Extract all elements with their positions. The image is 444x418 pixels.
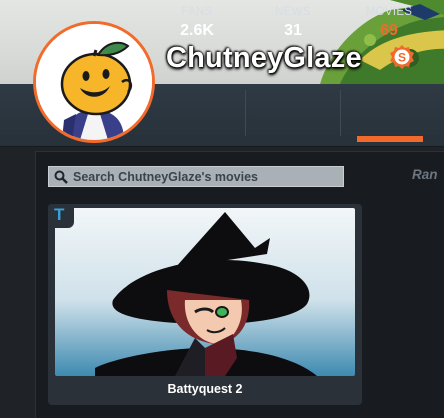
- active-tab-indicator: [357, 136, 423, 142]
- stat-fans-label: FANS: [181, 6, 213, 18]
- search-placeholder: Search ChutneyGlaze's movies: [73, 170, 258, 184]
- supporter-badge-icon[interactable]: S: [389, 44, 415, 70]
- search-input[interactable]: Search ChutneyGlaze's movies: [48, 166, 344, 187]
- profile-avatar[interactable]: [33, 21, 155, 143]
- stat-news-label: NEWS: [275, 6, 311, 18]
- stat-movies-label: MOVIES: [365, 6, 413, 18]
- stat-movies[interactable]: MOVIES 69: [343, 6, 435, 40]
- movie-title[interactable]: Battyquest 2: [48, 382, 362, 396]
- profile-username[interactable]: ChutneyGlaze: [166, 42, 362, 75]
- stat-news-value: 31: [284, 22, 302, 39]
- stats-divider: [245, 90, 246, 136]
- badge-letter: S: [398, 51, 406, 65]
- movie-thumbnail[interactable]: [55, 208, 355, 376]
- stats-divider: [340, 90, 341, 136]
- stat-movies-value: 69: [380, 22, 398, 39]
- stat-fans[interactable]: FANS 2.6K: [151, 6, 243, 40]
- stat-fans-value: 2.6K: [180, 22, 214, 39]
- stat-news[interactable]: NEWS 31: [247, 6, 339, 40]
- movie-thumbnail-art: [55, 208, 355, 376]
- avatar-orange-character-icon: [36, 24, 152, 140]
- search-icon: [54, 170, 68, 184]
- rank-label[interactable]: Ran: [412, 167, 438, 182]
- movie-type-badge: T: [48, 204, 74, 228]
- movie-type-icon: T: [54, 205, 65, 224]
